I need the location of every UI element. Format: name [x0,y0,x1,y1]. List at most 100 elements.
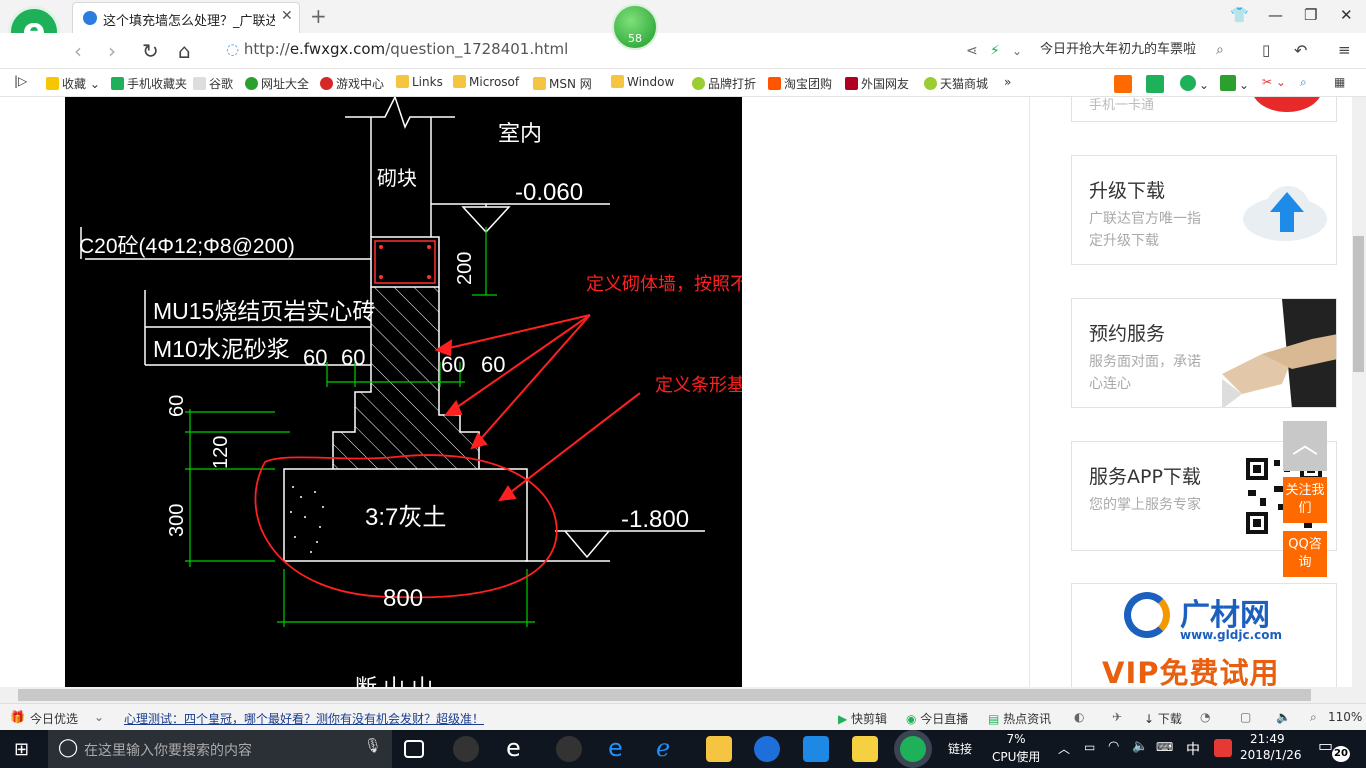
lightning-icon[interactable]: ⚡ [990,43,1000,59]
sound-icon[interactable]: 🔈 [1276,710,1291,724]
browser-taskbar-icon[interactable] [900,736,926,762]
window-icon[interactable]: ▢ [1240,710,1251,724]
edge-browser-icon[interactable]: e [608,736,634,762]
bookmark-folder[interactable]: Links [396,75,443,89]
back-icon[interactable]: ‹ [74,39,82,63]
bookmark-folder[interactable]: MSN 网 [533,75,592,92]
notes-app-icon[interactable] [852,736,878,762]
bookmark-folder[interactable]: Microsof [453,75,519,89]
daily-picks-link[interactable]: 今日优选 [30,710,78,727]
status-item[interactable]: ▶ 快剪辑 [838,710,887,727]
dim-300: 300 [166,504,188,537]
bookmark-item[interactable]: 天猫商城 [924,75,988,92]
follow-us-button[interactable]: 关注我们 [1283,477,1327,523]
translate-icon[interactable]: ⌄ [1220,75,1249,92]
back-to-top-button[interactable]: ︿ [1283,421,1327,471]
clock-time[interactable]: 21:49 [1250,732,1285,746]
bookmark-folder[interactable]: Window [611,75,674,89]
action-center-icon[interactable]: ▭ [1318,736,1333,755]
vertical-scrollbar[interactable] [1352,97,1366,687]
sidebar-card-partial[interactable]: 手机一卡通 [1071,97,1337,122]
wifi-icon[interactable]: ◠ [1108,739,1119,754]
forward-icon[interactable]: › [108,39,116,63]
edge-app-icon[interactable]: e [506,736,532,762]
share-icon[interactable]: ⋖ [966,43,978,59]
volume-icon[interactable]: 🔈 [1132,739,1148,754]
search-icon[interactable]: ⌕ [1216,42,1224,58]
search-input[interactable]: 今日开抢大年初九的车票啦 [1040,38,1238,62]
bookmark-item[interactable]: 淘宝团购 [768,75,832,92]
app-fan-icon[interactable] [453,736,479,762]
skin-icon[interactable]: 👕 [1230,6,1249,24]
status-item[interactable]: ◉ 今日直播 [906,710,968,727]
horizontal-scroll-thumb[interactable] [18,689,1311,701]
mobile-icon[interactable]: ▯ [1262,41,1270,59]
dim-800: 800 [383,585,423,612]
news-ticker-link[interactable]: 心理测试：四个皇冠，哪个最好看？测你有没有机会发财？超级准！ [124,710,484,727]
undo-icon[interactable]: ↶ [1294,41,1307,60]
search-tool-icon[interactable]: ⌕ [1300,75,1307,90]
bookmark-item[interactable]: 网址大全 [245,75,309,92]
dim-60-vertical: 60 [166,395,188,417]
keyboard-icon[interactable]: ⌨ [1156,740,1173,754]
bookmark-more[interactable]: » [1004,75,1011,89]
maximize-button[interactable]: ❐ [1304,6,1317,24]
task-view-icon[interactable] [404,740,424,758]
battery-icon[interactable]: ▭ [1084,740,1095,754]
zoom-icon[interactable]: ⌕ [1310,710,1317,725]
refresh-icon[interactable]: ↻ [142,39,159,63]
microphone-icon[interactable]: 🎙 [364,738,382,754]
secure-icon: ◌ [226,40,244,58]
status-item[interactable]: ↓ 下载 [1144,710,1182,727]
sidebar-toggle-icon[interactable]: |▷ [14,74,27,88]
taskbar-search[interactable]: ◯ 在这里输入你要搜索的内容 🎙 [48,730,392,768]
home-icon[interactable]: ⌂ [178,39,191,63]
discount-icon[interactable] [1114,75,1135,94]
zoom-level[interactable]: 110% [1328,710,1362,724]
money-icon[interactable]: ⌄ [1180,75,1209,92]
speed-icon[interactable]: ◐ [1074,710,1084,724]
scissors-icon[interactable]: ✂ ⌄ [1262,75,1286,89]
app-swirl-icon[interactable] [556,736,582,762]
sidebar-ad-gldjc[interactable]: 广材网 www.gldjc.com VIP免费试用 [1071,583,1337,687]
ie-browser-icon[interactable]: ℯ [656,736,682,762]
file-explorer-icon[interactable] [706,736,732,762]
bookmark-item[interactable]: 品牌打折 [692,75,756,92]
cross-app-icon[interactable] [803,736,829,762]
pin-icon[interactable]: ✈ [1112,710,1122,724]
bookmark-item[interactable]: 谷歌 [193,75,233,92]
minimize-button[interactable]: — [1268,6,1283,24]
tray-chevron-icon[interactable]: ︿ [1058,740,1070,757]
menu-icon[interactable]: ≡ [1338,41,1351,59]
windows-start-icon[interactable]: ⊞ [14,739,29,760]
close-tab-icon[interactable]: ✕ [281,8,293,24]
bookmark-item[interactable]: 手机收藏夹 [111,75,187,92]
sogou-icon[interactable] [1214,739,1232,757]
notification-badge[interactable]: 58 [612,4,658,50]
book-icon[interactable] [1146,75,1167,94]
close-window-button[interactable]: ✕ [1340,6,1353,24]
section-cut-label: 断 山 山 [355,675,433,687]
address-bar[interactable]: ◌ http://e.fwxgx.com/question_1728401.ht… [226,40,746,62]
cpu-label: CPU使用 [992,750,1041,764]
glodon-app-icon[interactable] [754,736,780,762]
vertical-scroll-thumb[interactable] [1353,236,1364,372]
bookmark-item[interactable]: 外国网友 [845,75,909,92]
cad-drawing: 室内 砌块 -0.060 C20砼(4Φ12;Φ8@200) 200 MU15烧… [65,97,742,687]
qq-consult-button[interactable]: QQ咨询 [1283,531,1327,577]
clean-icon[interactable]: ◔ [1200,710,1210,724]
browser-tab[interactable]: 这个填充墙怎么处理？_广联达服 ✕ [72,2,300,33]
ime-indicator[interactable]: 中 [1186,739,1200,759]
status-item[interactable]: ▤ 热点资讯 [988,710,1051,727]
chevron-down-icon[interactable]: ⌄ [94,710,104,724]
apps-icon[interactable]: ▦ [1334,75,1345,89]
sidebar-card-appointment[interactable]: 预约服务 服务面对面，承诺心连心 [1071,298,1337,408]
links-toolbar[interactable]: 链接 [948,740,972,757]
status-bar: 🎁 今日优选 ⌄ 心理测试：四个皇冠，哪个最好看？测你有没有机会发财？超级准！ … [0,703,1366,730]
new-tab-button[interactable]: + [310,4,327,28]
sidebar-card-upgrade[interactable]: 升级下载 广联达官方唯一指定升级下载 [1071,155,1337,265]
bookmark-item[interactable]: 收藏 ⌄ [46,75,100,92]
chevron-down-icon[interactable]: ⌄ [1012,44,1022,58]
clock-date[interactable]: 2018/1/26 [1240,748,1302,762]
bookmark-item[interactable]: 游戏中心 [320,75,384,92]
